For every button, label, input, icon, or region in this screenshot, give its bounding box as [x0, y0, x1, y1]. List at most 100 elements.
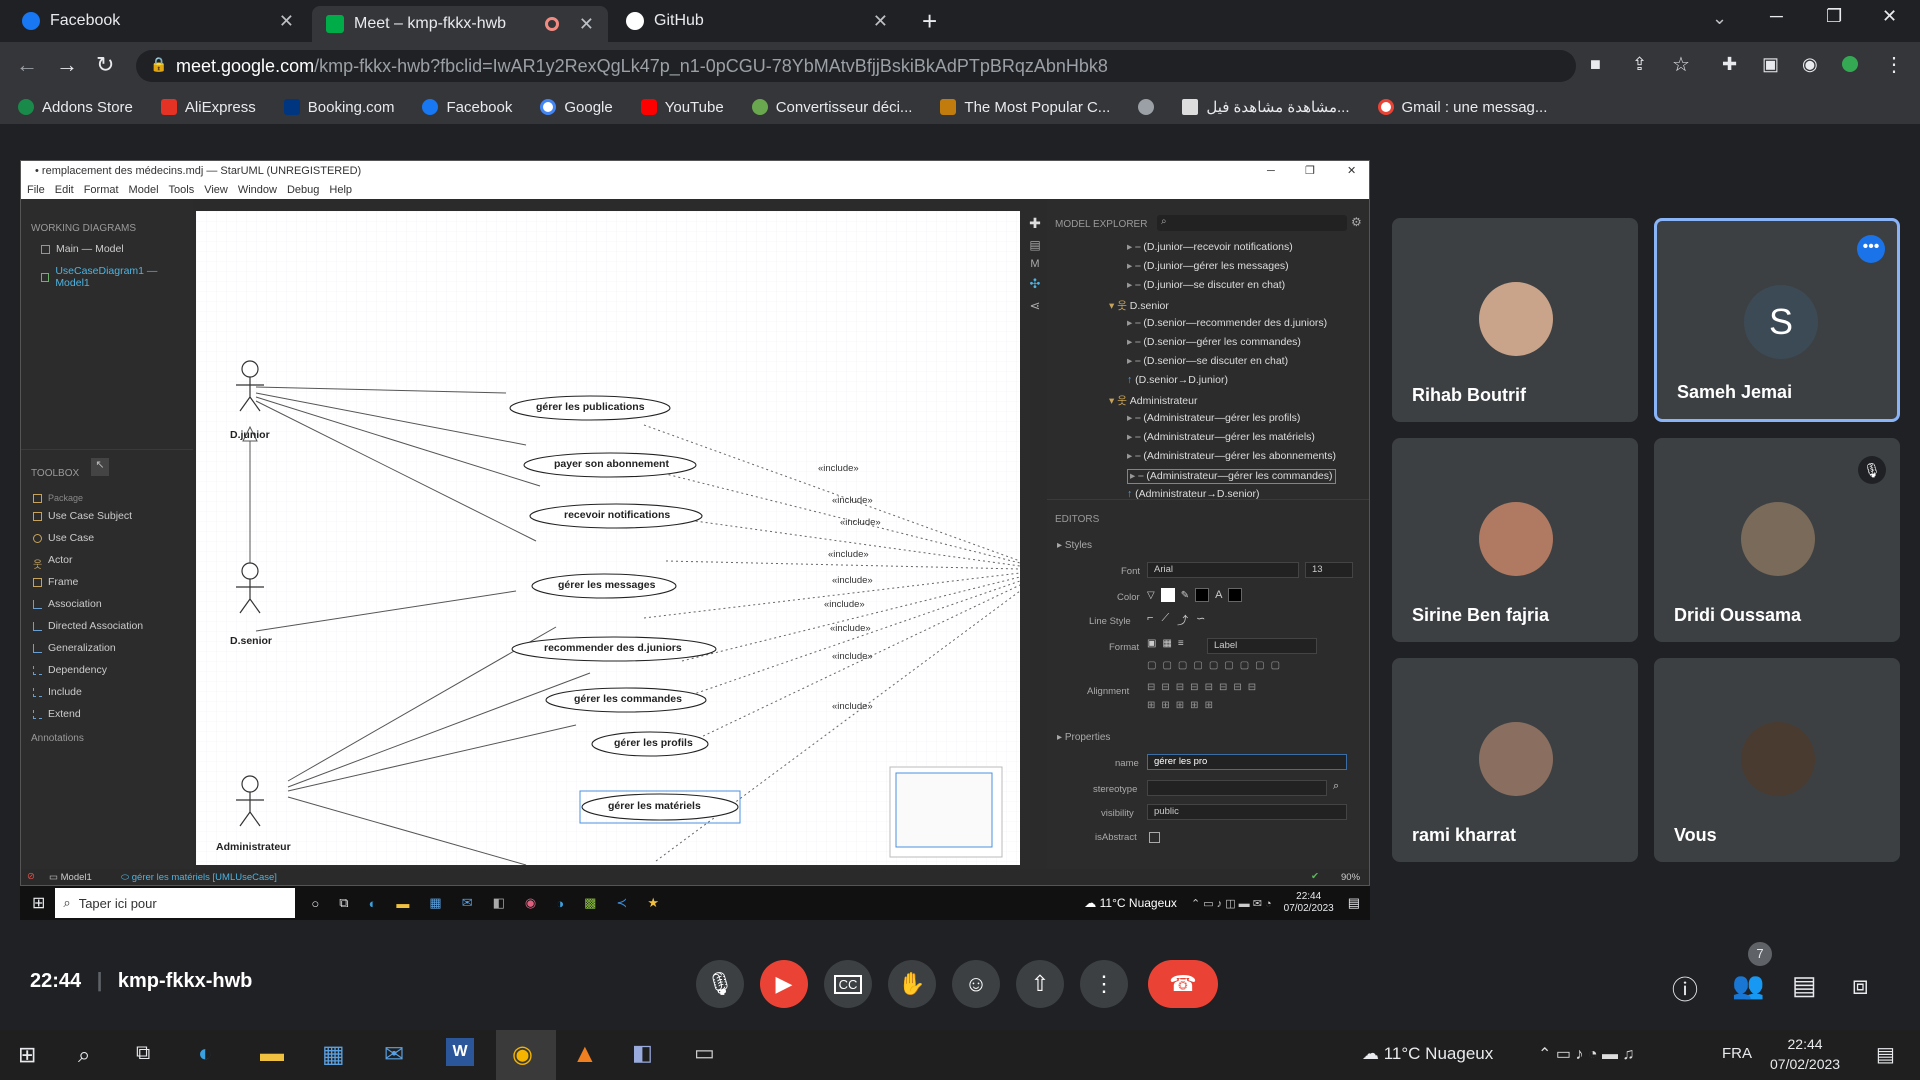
camera-icon[interactable]: ■ — [1590, 54, 1601, 75]
align-icon[interactable]: ⊟ — [1233, 682, 1241, 693]
menu-tools[interactable]: Tools — [169, 184, 195, 196]
mic-button[interactable]: 🎙 — [696, 960, 744, 1008]
store-icon[interactable]: ▦ — [429, 895, 441, 911]
align-icon[interactable]: ⊞ — [1190, 700, 1198, 711]
folder-icon[interactable]: ▬ — [260, 1040, 284, 1068]
notifications-icon[interactable]: ▤ — [1348, 895, 1360, 911]
vlc-icon[interactable]: ▲ — [572, 1038, 598, 1069]
markdown-icon[interactable]: M — [1023, 258, 1047, 270]
menu-icon[interactable]: ⋮ — [1884, 52, 1904, 77]
menu-model[interactable]: Model — [129, 184, 159, 196]
font-size-stepper[interactable]: 13 — [1305, 562, 1353, 578]
bookmark-arabic[interactable]: مشاهدة مشاهدة فيل... — [1182, 98, 1350, 116]
rectilinear-icon[interactable]: ⌐ — [1147, 612, 1153, 628]
language-indicator[interactable]: FRA — [1722, 1045, 1752, 1062]
bookmark-addons[interactable]: Addons Store — [18, 99, 133, 116]
terminal-icon[interactable]: ▭ — [694, 1040, 715, 1066]
maximize-icon[interactable]: ❐ — [1826, 6, 1842, 27]
tree-item[interactable]: ▸ ⎯ (D.senior—gérer les commandes) — [1127, 336, 1301, 349]
toolbox-item[interactable]: Directed Association — [21, 615, 193, 637]
font-select[interactable]: Arial — [1147, 562, 1299, 578]
bookmark-most-popular[interactable]: The Most Popular C... — [940, 99, 1110, 116]
align-icon[interactable]: ⊟ — [1248, 682, 1256, 693]
toolbox-item[interactable]: Include — [21, 681, 193, 703]
close-icon[interactable]: ✕ — [873, 11, 888, 32]
search-icon[interactable]: ⌕ — [78, 1042, 90, 1068]
menu-debug[interactable]: Debug — [287, 184, 319, 196]
align-icon[interactable]: ⊟ — [1219, 682, 1227, 693]
menu-view[interactable]: View — [204, 184, 228, 196]
isabstract-checkbox[interactable] — [1149, 832, 1160, 843]
bookmark-gmail[interactable]: Gmail : une messag... — [1377, 99, 1547, 116]
new-tab-icon[interactable]: + — [922, 6, 937, 37]
bookmark-convertisseur[interactable]: Convertisseur déci... — [751, 99, 912, 116]
present-button[interactable]: ⇧ — [1016, 960, 1064, 1008]
bookmark-aliexpress[interactable]: AliExpress — [160, 99, 256, 116]
align-icon[interactable]: ⊞ — [1205, 700, 1213, 711]
extension-shield-icon[interactable] — [1842, 56, 1858, 72]
puzzle-icon[interactable]: ✚ — [1023, 215, 1047, 232]
chevron-down-icon[interactable]: ⌄ — [1712, 8, 1727, 29]
toolbox-item[interactable]: 웃 Actor — [21, 549, 193, 571]
oblique-icon[interactable]: ⟋ — [1161, 612, 1169, 628]
styles-section[interactable]: ▸ Styles — [1057, 540, 1092, 551]
bookmark-facebook[interactable]: Facebook — [422, 99, 512, 116]
edge-icon[interactable]: ◐ — [369, 896, 377, 911]
stereotype-input[interactable] — [1147, 780, 1327, 796]
diagram-canvas[interactable]: D.junior D.senior Administrateur gérer l… — [196, 211, 1020, 865]
tree-item[interactable]: ▸ ⎯ (Administrateur—gérer les profils) — [1127, 412, 1300, 425]
tree-item[interactable]: ▸ ⎯ (D.senior—se discuter en chat) — [1127, 355, 1288, 368]
visibility-select[interactable]: public — [1147, 804, 1347, 820]
tab-meet[interactable]: Meet – kmp-fkkx-hwb ✕ — [312, 6, 608, 42]
toolbox-item[interactable]: Extend — [21, 703, 193, 725]
name-input[interactable]: gérer les pro — [1147, 754, 1347, 770]
forward-icon[interactable]: → — [56, 52, 78, 78]
profile-icon[interactable]: ◉ — [1802, 54, 1818, 75]
leave-call-button[interactable]: ☎ — [1148, 960, 1218, 1008]
toolbox-item[interactable]: Frame — [21, 571, 193, 593]
mail-icon[interactable]: ✉ — [384, 1040, 404, 1069]
align-icon[interactable]: ⊟ — [1161, 682, 1169, 693]
tree-item[interactable]: ▸ ⎯ (D.junior—recevoir notifications) — [1127, 241, 1293, 254]
menu-window[interactable]: Window — [238, 184, 277, 196]
menu-edit[interactable]: Edit — [55, 184, 74, 196]
bookmark-booking[interactable]: Booking.com — [283, 99, 394, 116]
participant-tile[interactable]: Sirine Ben fajria — [1392, 438, 1638, 642]
reload-icon[interactable]: ↻ — [96, 52, 114, 78]
clock[interactable]: 22:44 07/02/2023 — [1770, 1034, 1840, 1074]
captions-button[interactable]: CC — [824, 960, 872, 1008]
status-model[interactable]: ▭ Model1 — [49, 872, 92, 883]
star-icon[interactable]: ☆ — [1672, 52, 1690, 77]
zoom-level[interactable]: 90% — [1341, 872, 1360, 883]
windows-icon[interactable]: ⊞ — [32, 893, 45, 913]
annotations-header[interactable]: Annotations — [21, 729, 193, 748]
minimize-icon[interactable]: ─ — [1770, 6, 1783, 27]
share-icon[interactable]: ⇪ — [1632, 54, 1647, 75]
search-icon[interactable]: ⌕ — [1333, 780, 1339, 793]
tab-facebook[interactable]: Facebook ✕ — [8, 4, 308, 38]
windows-icon[interactable]: ⊞ — [18, 1042, 36, 1068]
taskview-icon[interactable]: ⧉ — [339, 895, 348, 911]
line-color-swatch[interactable] — [1195, 588, 1210, 602]
more-options-button[interactable]: ⋮ — [1080, 960, 1128, 1008]
toggle-icon[interactable]: ▢ — [1224, 660, 1233, 671]
participant-tile[interactable]: 🎙 Dridi Oussama — [1654, 438, 1900, 642]
app-icon[interactable]: ◧ — [632, 1040, 653, 1066]
toolbox-item[interactable]: Dependency — [21, 659, 193, 681]
menu-format[interactable]: Format — [84, 184, 119, 196]
align-icon[interactable]: ⊞ — [1161, 700, 1169, 711]
toggle-icon[interactable]: ▢ — [1271, 660, 1280, 671]
diagram-item-usecase[interactable]: UseCaseDiagram1 — Model1 — [21, 260, 193, 294]
info-icon[interactable]: ⓘ — [1672, 970, 1698, 1007]
tree-item[interactable]: ▸ ⎯ (Administrateur—gérer les matériels) — [1127, 431, 1315, 444]
navigator-icon[interactable]: ✣ — [1023, 276, 1047, 292]
toolbox-item[interactable]: Use Case — [21, 527, 193, 549]
participant-tile[interactable]: Rihab Boutrif — [1392, 218, 1638, 422]
url-field[interactable]: 🔒 meet.google.com /kmp-fkkx-hwb?fbclid=I… — [136, 50, 1576, 82]
cursor-tool-icon[interactable]: ↖ — [91, 458, 109, 476]
align-icon[interactable]: ⊞ — [1176, 700, 1184, 711]
pen-icon[interactable]: ✎ — [1181, 590, 1189, 601]
close-icon[interactable]: ✕ — [279, 11, 294, 32]
toggle-icon[interactable]: ▢ — [1255, 660, 1264, 671]
align-icon[interactable]: ⊟ — [1147, 682, 1155, 693]
